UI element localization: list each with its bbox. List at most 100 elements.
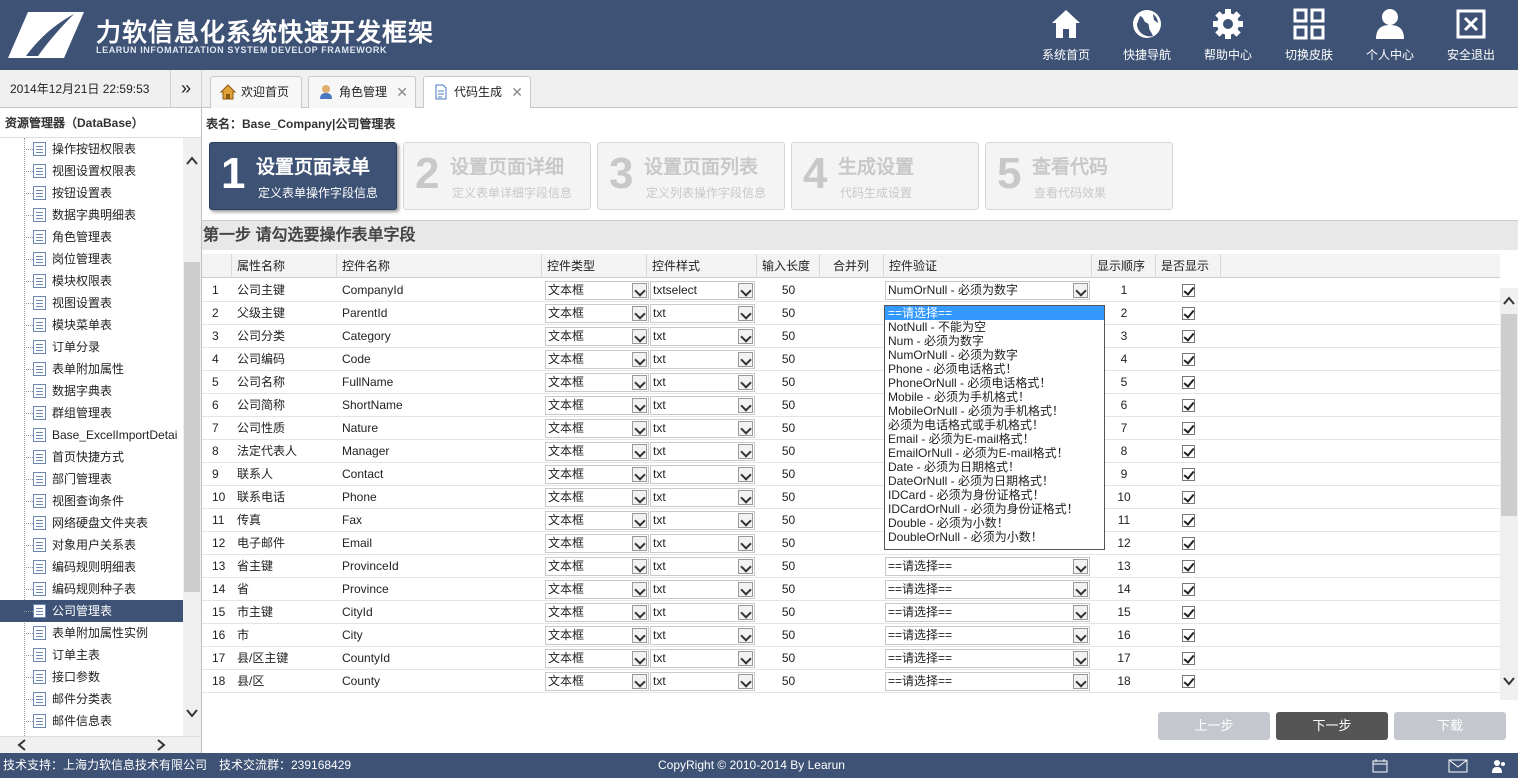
control-style-select[interactable]: txt: [650, 534, 755, 553]
input-length[interactable]: 50: [757, 463, 820, 486]
control-style-select[interactable]: txt: [650, 649, 755, 668]
sidebar-item[interactable]: 数据字典表: [0, 380, 183, 402]
sidebar-item[interactable]: 岗位管理表: [0, 248, 183, 270]
show-checkbox[interactable]: [1182, 468, 1195, 481]
nav-logout[interactable]: 安全退出: [1436, 0, 1506, 70]
sidebar-item[interactable]: 订单分录: [0, 336, 183, 358]
grid-scroll-up-icon[interactable]: [1500, 292, 1518, 310]
sidebar-item[interactable]: 按钮设置表: [0, 182, 183, 204]
validation-select[interactable]: ==请选择==: [885, 672, 1090, 691]
chevron-down-icon[interactable]: [632, 444, 647, 459]
table-row[interactable]: 1 公司主键 CompanyId 文本框 txtselect 50 NumOrNull - …: [202, 279, 1500, 302]
sidebar-item[interactable]: 首页快捷方式: [0, 446, 183, 468]
dropdown-option[interactable]: NumOrNull - 必须为数字: [885, 348, 1104, 362]
dropdown-option[interactable]: Double - 必须为小数！: [885, 516, 1104, 530]
chevron-down-icon[interactable]: [738, 444, 753, 459]
step-5[interactable]: 5 查看代码 查看代码效果: [985, 142, 1173, 210]
sidebar-item[interactable]: 编码规则种子表: [0, 578, 183, 600]
display-order[interactable]: 17: [1092, 647, 1156, 670]
step-1[interactable]: 1 设置页面表单 定义表单操作字段信息: [209, 142, 397, 210]
table-row[interactable]: 18 县/区 County 文本框 txt 50 ==请选择== 18: [202, 670, 1500, 693]
chevron-down-icon[interactable]: [738, 467, 753, 482]
control-type-select[interactable]: 文本框: [545, 672, 649, 691]
control-style-select[interactable]: txt: [650, 557, 755, 576]
chevron-down-icon[interactable]: [1073, 605, 1088, 620]
chevron-down-icon[interactable]: [632, 513, 647, 528]
validation-select[interactable]: ==请选择==: [885, 603, 1090, 622]
grid-scroll-down-icon[interactable]: [1500, 672, 1518, 690]
control-type-select[interactable]: 文本框: [545, 396, 649, 415]
show-checkbox[interactable]: [1182, 629, 1195, 642]
show-checkbox[interactable]: [1182, 284, 1195, 297]
control-type-select[interactable]: 文本框: [545, 373, 649, 392]
table-row[interactable]: 17 县/区主键 CountyId 文本框 txt 50 ==请选择== 17: [202, 647, 1500, 670]
control-type-select[interactable]: 文本框: [545, 488, 649, 507]
table-row[interactable]: 3 公司分类 Category 文本框 txt 50 3: [202, 325, 1500, 348]
control-style-select[interactable]: txt: [650, 350, 755, 369]
chevron-down-icon[interactable]: [1073, 674, 1088, 689]
dropdown-option[interactable]: DoubleOrNull - 必须为小数！: [885, 530, 1104, 544]
dropdown-option[interactable]: Num - 必须为数字: [885, 334, 1104, 348]
chevron-down-icon[interactable]: [738, 306, 753, 321]
sidebar-item[interactable]: 视图查询条件: [0, 490, 183, 512]
tab-role-close-icon[interactable]: ✕: [396, 77, 408, 107]
table-row[interactable]: 11 传真 Fax 文本框 txt 50 11: [202, 509, 1500, 532]
control-type-select[interactable]: 文本框: [545, 419, 649, 438]
chevron-down-icon[interactable]: [738, 582, 753, 597]
users-icon[interactable]: [1491, 759, 1507, 773]
control-style-select[interactable]: txt: [650, 465, 755, 484]
show-checkbox[interactable]: [1182, 560, 1195, 573]
chevron-down-icon[interactable]: [738, 536, 753, 551]
input-length[interactable]: 50: [757, 670, 820, 693]
dropdown-option[interactable]: IDCardOrNull - 必须为身份证格式！: [885, 502, 1104, 516]
display-order[interactable]: 15: [1092, 601, 1156, 624]
show-checkbox[interactable]: [1182, 422, 1195, 435]
input-length[interactable]: 50: [757, 348, 820, 371]
sidebar-item[interactable]: 对象用户关系表: [0, 534, 183, 556]
chevron-down-icon[interactable]: [632, 283, 647, 298]
table-row[interactable]: 5 公司名称 FullName 文本框 txt 50 5: [202, 371, 1500, 394]
input-length[interactable]: 50: [757, 371, 820, 394]
display-order[interactable]: 14: [1092, 578, 1156, 601]
chevron-down-icon[interactable]: [738, 559, 753, 574]
control-type-select[interactable]: 文本框: [545, 557, 649, 576]
input-length[interactable]: 50: [757, 325, 820, 348]
sidebar-hscrollbar[interactable]: [0, 736, 201, 753]
control-type-select[interactable]: 文本框: [545, 603, 649, 622]
nav-help[interactable]: 帮助中心: [1193, 0, 1263, 70]
input-length[interactable]: 50: [757, 417, 820, 440]
input-length[interactable]: 50: [757, 532, 820, 555]
dropdown-option[interactable]: Date - 必须为日期格式！: [885, 460, 1104, 474]
dropdown-option[interactable]: Phone - 必须电话格式！: [885, 362, 1104, 376]
chevron-down-icon[interactable]: [738, 605, 753, 620]
chevron-down-icon[interactable]: [632, 582, 647, 597]
dropdown-option[interactable]: MobileOrNull - 必须为手机格式！: [885, 404, 1104, 418]
input-length[interactable]: 50: [757, 578, 820, 601]
chevron-down-icon[interactable]: [1073, 651, 1088, 666]
control-type-select[interactable]: 文本框: [545, 511, 649, 530]
step-2[interactable]: 2 设置页面详细 定义表单详细字段信息: [403, 142, 591, 210]
chevron-down-icon[interactable]: [1073, 283, 1088, 298]
sidebar-item[interactable]: 邮件分类表: [0, 688, 183, 710]
chevron-down-icon[interactable]: [738, 329, 753, 344]
control-type-select[interactable]: 文本框: [545, 465, 649, 484]
control-type-select[interactable]: 文本框: [545, 304, 649, 323]
chevron-down-icon[interactable]: [738, 651, 753, 666]
sidebar-item[interactable]: 公司管理表: [0, 600, 183, 622]
control-style-select[interactable]: txt: [650, 327, 755, 346]
control-style-select[interactable]: txt: [650, 626, 755, 645]
sidebar-scroll-thumb[interactable]: [184, 262, 200, 592]
dropdown-option[interactable]: EmailOrNull - 必须为E-mail格式！: [885, 446, 1104, 460]
validation-select[interactable]: ==请选择==: [885, 649, 1090, 668]
control-style-select[interactable]: txtselect: [650, 281, 755, 300]
chevron-down-icon[interactable]: [738, 352, 753, 367]
tab-codegen[interactable]: 代码生成 ✕: [423, 76, 531, 108]
control-style-select[interactable]: txt: [650, 580, 755, 599]
sidebar-item[interactable]: 部门管理表: [0, 468, 183, 490]
chevron-down-icon[interactable]: [632, 352, 647, 367]
input-length[interactable]: 50: [757, 555, 820, 578]
chevron-down-icon[interactable]: [738, 513, 753, 528]
sidebar-item[interactable]: 角色管理表: [0, 226, 183, 248]
sidebar-item[interactable]: 编码规则明细表: [0, 556, 183, 578]
chevron-down-icon[interactable]: [632, 306, 647, 321]
